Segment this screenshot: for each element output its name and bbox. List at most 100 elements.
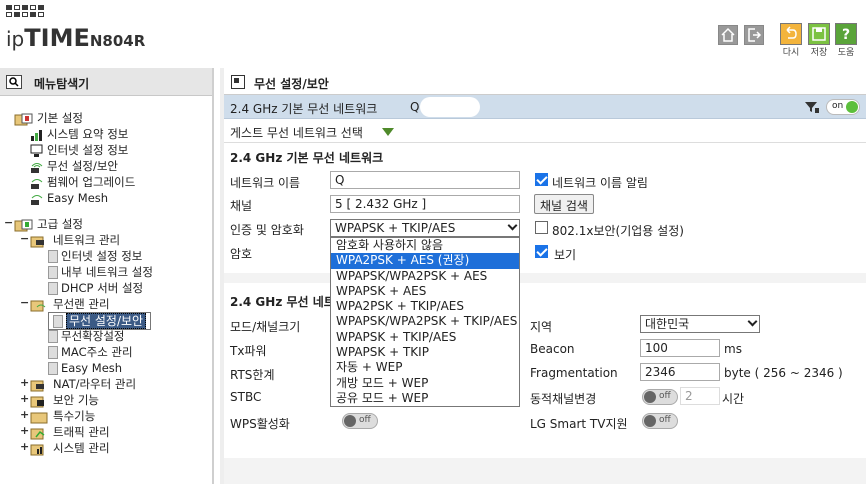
- tree-system[interactable]: 시스템 관리: [30, 440, 110, 456]
- channel-select[interactable]: 5 [ 2.432 GHz ]: [330, 195, 520, 213]
- auth-option[interactable]: 자동 + WEP: [331, 360, 519, 375]
- auth-select[interactable]: WPAPSK + TKIP/AES: [330, 219, 520, 237]
- tree-nat-router[interactable]: NAT/라우터 관리: [30, 376, 136, 392]
- expand-icon[interactable]: +: [20, 392, 29, 405]
- firmware-icon: [31, 178, 43, 189]
- network-name-input[interactable]: Q: [330, 171, 520, 189]
- enterprise-label: 802.1x보안(기업용 설정): [552, 224, 684, 238]
- dynamic-channel-unit: 시간: [722, 392, 745, 406]
- tree-basic-settings[interactable]: 기본 설정: [14, 110, 83, 126]
- expand-icon[interactable]: +: [20, 424, 29, 437]
- tx-power-label: Tx파워: [230, 344, 267, 358]
- beacon-unit: ms: [724, 342, 742, 356]
- auth-option[interactable]: WPAPSK + TKIP/AES: [331, 330, 519, 345]
- auth-dropdown-list[interactable]: 암호화 사용하지 않음 WPA2PSK + AES (권장) WPAPSK/WP…: [330, 237, 520, 408]
- wireless-toggle[interactable]: on: [826, 99, 860, 115]
- channel-search-button[interactable]: 채널 검색: [534, 194, 594, 214]
- tree-security[interactable]: 보안 기능: [30, 392, 99, 408]
- wps-toggle[interactable]: off: [342, 413, 378, 429]
- fragmentation-unit: byte ( 256 ~ 2346 ): [724, 366, 843, 380]
- auth-option[interactable]: WPA2PSK + TKIP/AES: [331, 299, 519, 314]
- brand-logo: ipTIMEN804R: [6, 24, 145, 52]
- auth-option[interactable]: 개방 모드 + WEP: [331, 376, 519, 391]
- tree-easy-mesh[interactable]: Easy Mesh: [30, 190, 108, 206]
- expand-icon[interactable]: +: [20, 408, 29, 421]
- folder-settings-icon: [14, 113, 33, 125]
- logout-icon[interactable]: [744, 25, 764, 45]
- router-icon: [30, 380, 44, 391]
- tree-internal-network[interactable]: 내부 네트워크 설정: [48, 264, 153, 280]
- collapse-icon[interactable]: −: [4, 216, 13, 229]
- undo-button[interactable]: [780, 23, 802, 45]
- collapse-icon[interactable]: −: [20, 296, 29, 309]
- tree-wireless-extension[interactable]: 무선확장설정: [48, 328, 124, 344]
- tree-wireless-management[interactable]: 무선랜 관리: [30, 296, 110, 312]
- page-icon: [48, 330, 58, 343]
- auth-option[interactable]: 암호화 사용하지 않음: [331, 238, 519, 253]
- tree-wireless-security[interactable]: 무선 설정/보안: [30, 158, 118, 174]
- wifi-folder-icon: [30, 300, 46, 311]
- tree-network-management[interactable]: 네트워크 관리: [30, 232, 120, 248]
- save-button[interactable]: [808, 23, 830, 45]
- monitor-icon: [30, 144, 43, 157]
- network-bar[interactable]: 2.4 GHz 기본 무선 네트워크 Q on: [224, 95, 866, 119]
- auth-option[interactable]: 공유 모드 + WEP: [331, 391, 519, 406]
- header: ipTIMEN804R 다시 저장 ? 도움: [0, 0, 866, 68]
- advanced-section-title: 2.4 GHz 무선 네트: [230, 295, 335, 309]
- beacon-input[interactable]: 100: [640, 339, 720, 357]
- tree-easy-mesh-advanced[interactable]: Easy Mesh: [48, 360, 122, 376]
- auth-option[interactable]: WPAPSK + TKIP: [331, 345, 519, 360]
- region-label: 지역: [530, 320, 553, 334]
- dynamic-channel-toggle[interactable]: off: [642, 389, 678, 405]
- help-button[interactable]: ?: [835, 23, 857, 45]
- expand-icon[interactable]: +: [20, 440, 29, 453]
- tree-internet-settings[interactable]: 인터넷 설정 정보: [48, 248, 142, 264]
- tree-mac-management[interactable]: MAC주소 관리: [48, 344, 133, 360]
- rts-label: RTS한계: [230, 368, 275, 382]
- undo-icon: [786, 26, 797, 39]
- broadcast-label: 네트워크 이름 알림: [552, 176, 648, 190]
- home-icon[interactable]: [718, 25, 738, 45]
- chart-icon: [31, 129, 42, 141]
- app-window: ipTIMEN804R 다시 저장 ? 도움 메뉴탐색기 기본 설정 시스템 요…: [0, 0, 866, 484]
- page-icon: [48, 362, 58, 375]
- filter-icon[interactable]: [804, 100, 820, 114]
- page-icon: [48, 266, 58, 279]
- brand-model: N804R: [89, 32, 146, 50]
- dynamic-channel-label: 동적채널변경: [530, 392, 597, 406]
- tree-system-summary[interactable]: 시스템 요약 정보: [30, 126, 128, 142]
- fragmentation-input[interactable]: 2346: [640, 363, 720, 381]
- dropdown-arrow-icon[interactable]: [382, 128, 394, 136]
- tree-advanced-settings[interactable]: 고급 설정: [14, 216, 83, 232]
- auth-option[interactable]: WPAPSK/WPA2PSK + AES: [331, 269, 519, 284]
- tree-dhcp-server[interactable]: DHCP 서버 설정: [48, 280, 143, 296]
- folder-settings-icon: [14, 219, 33, 231]
- region-select[interactable]: 대한민국: [640, 315, 760, 333]
- traffic-icon: [30, 428, 45, 439]
- save-label: 저장: [810, 48, 828, 58]
- tree-internet-info[interactable]: 인터넷 설정 정보: [30, 142, 128, 158]
- tree-traffic[interactable]: 트래픽 관리: [30, 424, 110, 440]
- lg-smart-tv-toggle[interactable]: off: [642, 413, 678, 429]
- wifi-icon: [31, 162, 43, 173]
- tree-firmware-upgrade[interactable]: 펌웨어 업그레이드: [30, 174, 135, 190]
- show-password-label: 보기: [554, 248, 577, 262]
- page-icon: [48, 250, 58, 263]
- auth-option[interactable]: WPAPSK + AES: [331, 284, 519, 299]
- guest-network-selector[interactable]: 게스트 무선 네트워크 선택: [224, 119, 866, 143]
- search-icon: [6, 75, 22, 89]
- auth-label: 인증 및 암호화: [230, 223, 304, 237]
- broadcast-checkbox[interactable]: [535, 173, 548, 186]
- expand-icon[interactable]: +: [20, 376, 29, 389]
- chevron-down-icon: [507, 220, 518, 231]
- enterprise-checkbox[interactable]: [535, 221, 548, 234]
- wps-label: WPS활성화: [230, 417, 290, 431]
- collapse-icon[interactable]: −: [20, 232, 29, 245]
- brand-time: TIME: [24, 24, 90, 52]
- dynamic-channel-hours[interactable]: 2: [680, 387, 720, 405]
- auth-option-highlighted[interactable]: WPA2PSK + AES (권장): [331, 253, 519, 269]
- network-icon: [30, 236, 44, 247]
- auth-option[interactable]: WPAPSK/WPA2PSK + TKIP/AES: [331, 314, 519, 329]
- tree-special[interactable]: 특수기능: [30, 408, 95, 424]
- show-password-checkbox[interactable]: [535, 245, 548, 258]
